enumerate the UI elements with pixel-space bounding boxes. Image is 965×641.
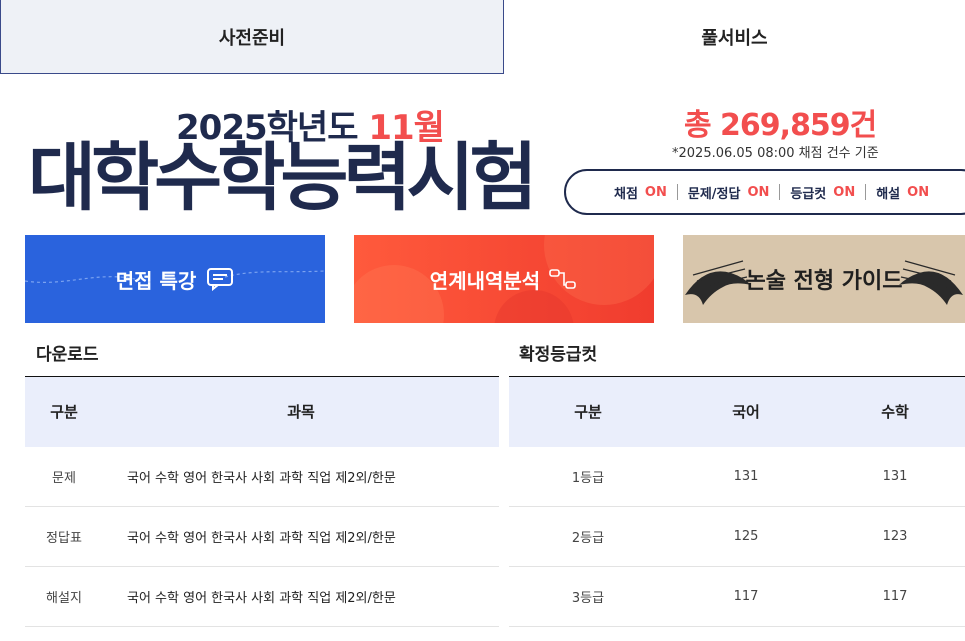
divider bbox=[779, 184, 781, 200]
column-header: 수학 bbox=[825, 376, 965, 447]
column-header: 구분 bbox=[25, 376, 103, 447]
table-row: 1등급 131 131 bbox=[509, 446, 965, 507]
status-badge: ON bbox=[644, 184, 667, 200]
banner-essay-guide[interactable]: 논술 전형 가이드 bbox=[683, 235, 965, 323]
table-row: 해설지 국어 수학 영어 한국사 사회 과학 직업 제2외/한문 bbox=[25, 566, 499, 627]
tab-preparation[interactable]: 사전준비 bbox=[0, 0, 504, 74]
banner-label: 논술 전형 가이드 bbox=[745, 269, 903, 294]
subject-links[interactable]: 국어 수학 영어 한국사 사회 과학 직업 제2외/한문 bbox=[103, 566, 499, 627]
banner-label: 연계내역분석 bbox=[430, 265, 578, 294]
table-row: 정답표 국어 수학 영어 한국사 사회 과학 직업 제2외/한문 bbox=[25, 506, 499, 567]
tab-full-service[interactable]: 풀서비스 bbox=[504, 0, 965, 74]
table-header-row: 구분 과목 bbox=[25, 376, 499, 447]
row-type: 해설지 bbox=[25, 566, 103, 627]
grading-count: 총 269,859건 bbox=[684, 108, 877, 143]
column-header: 과목 bbox=[103, 376, 499, 447]
subject-links[interactable]: 국어 수학 영어 한국사 사회 과학 직업 제2외/한문 bbox=[103, 506, 499, 567]
banner-label: 면접 특강 bbox=[116, 265, 235, 294]
column-header: 구분 bbox=[509, 376, 667, 447]
grade-label: 3등급 bbox=[509, 566, 667, 627]
math-score: 123 bbox=[825, 506, 965, 567]
flow-icon bbox=[549, 269, 577, 289]
grade-label: 1등급 bbox=[509, 446, 667, 507]
korean-score: 131 bbox=[667, 446, 825, 507]
status-explanation[interactable]: 해설 ON bbox=[876, 183, 929, 202]
status-label: 문제/정답 bbox=[687, 186, 741, 202]
grade-cut-title: 확정등급컷 bbox=[519, 345, 598, 365]
top-tabs: 사전준비 풀서비스 bbox=[0, 0, 965, 74]
status-answers[interactable]: 문제/정답 ON bbox=[688, 183, 770, 202]
status-badge: ON bbox=[747, 184, 770, 200]
banner-interview-text: 면접 특강 bbox=[115, 268, 197, 293]
status-grading[interactable]: 채점 ON bbox=[614, 183, 667, 202]
korean-score: 125 bbox=[667, 506, 825, 567]
table-row: 3등급 117 117 bbox=[509, 566, 965, 627]
math-score: 131 bbox=[825, 446, 965, 507]
row-type: 정답표 bbox=[25, 506, 103, 567]
banner-linkage-analysis[interactable]: 연계내역분석 bbox=[354, 235, 654, 323]
tab-full-service-label: 풀서비스 bbox=[701, 28, 768, 49]
grading-count-note: *2025.06.05 08:00 채점 건수 기준 bbox=[672, 146, 879, 161]
banner-linkage-text: 연계내역분석 bbox=[429, 268, 541, 293]
divider bbox=[676, 184, 678, 200]
status-badge: ON bbox=[833, 184, 856, 200]
table-row: 2등급 125 123 bbox=[509, 506, 965, 567]
column-header: 국어 bbox=[667, 376, 825, 447]
table-header-row: 구분 국어 수학 bbox=[509, 376, 965, 447]
status-label: 채점 bbox=[614, 186, 638, 202]
row-type: 문제 bbox=[25, 446, 103, 507]
status-grade-cut[interactable]: 등급컷 ON bbox=[790, 183, 855, 202]
downloads-title: 다운로드 bbox=[36, 345, 99, 365]
grade-cut-table: 구분 국어 수학 1등급 131 131 2등급 125 123 3등급 117… bbox=[509, 376, 965, 627]
downloads-table: 구분 과목 문제 국어 수학 영어 한국사 사회 과학 직업 제2외/한문 정답… bbox=[25, 376, 499, 627]
table-row: 문제 국어 수학 영어 한국사 사회 과학 직업 제2외/한문 bbox=[25, 446, 499, 507]
status-badge: ON bbox=[907, 184, 930, 200]
tab-preparation-label: 사전준비 bbox=[218, 27, 286, 49]
service-status-bar: 채점 ON 문제/정답 ON 등급컷 ON 해설 ON bbox=[564, 169, 965, 215]
banner-interview-lecture[interactable]: 면접 특강 bbox=[25, 235, 325, 323]
divider bbox=[865, 184, 867, 200]
korean-score: 117 bbox=[667, 566, 825, 627]
chat-icon bbox=[207, 268, 234, 291]
page-title: 대학수학능력시험 bbox=[28, 135, 538, 221]
status-label: 해설 bbox=[876, 186, 901, 202]
math-score: 117 bbox=[825, 566, 965, 627]
subject-links[interactable]: 국어 수학 영어 한국사 사회 과학 직업 제2외/한문 bbox=[103, 446, 499, 507]
grade-label: 2등급 bbox=[509, 506, 667, 567]
status-label: 등급컷 bbox=[790, 186, 827, 202]
